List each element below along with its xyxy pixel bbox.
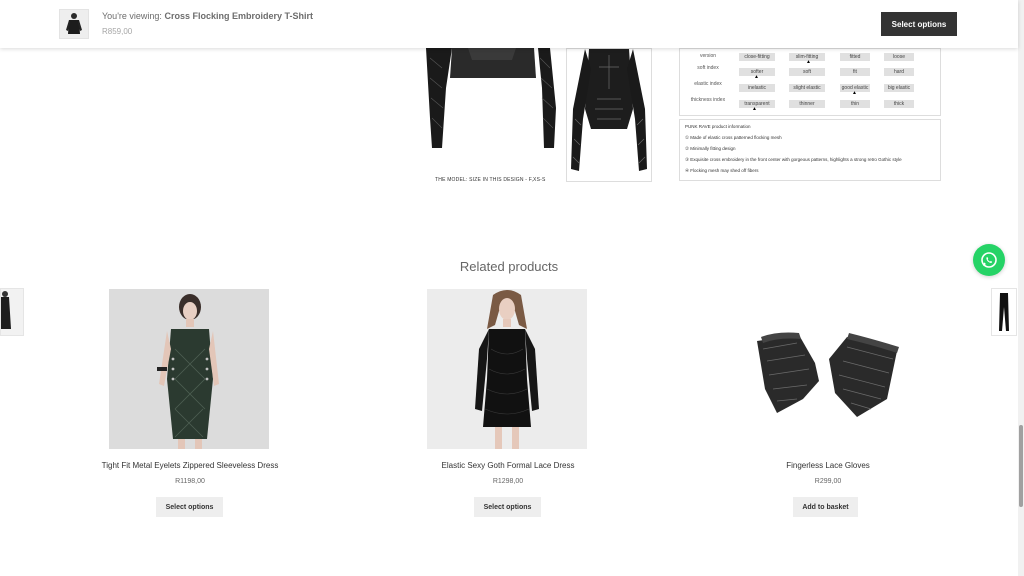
info-line: ④ Flocking mesh may shed off fibers xyxy=(685,168,759,173)
spec-cell: transparent xyxy=(739,100,775,108)
spec-cell: inelastic xyxy=(739,84,775,92)
product-name[interactable]: Fingerless Lace Gloves xyxy=(728,461,928,470)
spec-row-thickness: thickness index transparent thinner thin… xyxy=(680,98,942,112)
sticky-product-thumbnail xyxy=(59,9,89,39)
info-line: ① Made of elastic cross patterned flocki… xyxy=(685,135,782,140)
product-price: R299,00 xyxy=(814,478,842,485)
spec-cell: soft xyxy=(789,68,825,76)
sticky-viewing-text: You're viewing: Cross Flocking Embroider… xyxy=(102,11,313,22)
related-products-heading: Related products xyxy=(459,259,559,274)
spec-cell: big elastic xyxy=(884,84,914,92)
select-options-button[interactable]: Select options xyxy=(474,497,541,517)
sticky-select-options-button[interactable]: Select options xyxy=(881,12,957,36)
spec-row-version: version close-fitting slim-fitting fitte… xyxy=(680,51,942,65)
product-image[interactable] xyxy=(747,289,907,449)
spec-cell: fit xyxy=(840,68,870,76)
spec-row-soft: soft index softer soft fit hard ▲ xyxy=(680,66,942,80)
add-to-basket-button[interactable]: Add to basket xyxy=(793,497,858,517)
spec-cell: thinner xyxy=(789,100,825,108)
spec-cell: thin xyxy=(840,100,870,108)
spec-cell: close-fitting xyxy=(739,53,775,61)
select-options-button[interactable]: Select options xyxy=(156,497,223,517)
model-size-caption: THE MODEL: SIZE IN THIS DESIGN - F,XS-S xyxy=(435,177,546,183)
page-scrollbar[interactable] xyxy=(1018,0,1024,576)
info-title: PUNK RAVE product information xyxy=(685,124,751,129)
product-price: R1198,00 xyxy=(175,478,205,485)
sticky-viewing-prefix: You're viewing: xyxy=(102,11,162,21)
product-image[interactable] xyxy=(109,289,269,449)
spec-cell: thick xyxy=(884,100,914,108)
jacket-front-image xyxy=(426,48,556,148)
product-detail-images: THE MODEL: SIZE IN THIS DESIGN - F,XS-S … xyxy=(410,48,950,188)
size-spec-table: version close-fitting slim-fitting fitte… xyxy=(679,48,941,116)
scrollbar-thumb[interactable] xyxy=(1019,425,1023,507)
spec-cell: fitted xyxy=(840,53,870,61)
sticky-product-price: R859,00 xyxy=(102,27,133,36)
product-price: R1298,00 xyxy=(492,478,524,485)
jacket-back-image xyxy=(566,48,652,182)
spec-label: elastic index xyxy=(694,81,722,87)
product-image[interactable] xyxy=(427,289,587,449)
spec-label: soft index xyxy=(697,65,719,71)
spec-indicator-icon: ▲ xyxy=(752,106,757,112)
spec-label: thickness index xyxy=(690,97,726,103)
spec-cell: slight elastic xyxy=(789,84,825,92)
spec-cell: hard xyxy=(884,68,914,76)
info-line: ② Minimally fitting design xyxy=(685,146,736,151)
info-line: ③ Exquisite cross embroidery in the fron… xyxy=(685,157,902,162)
spec-label: version xyxy=(699,53,717,59)
sticky-product-title: Cross Flocking Embroidery T-Shirt xyxy=(164,11,313,21)
spec-cell: loose xyxy=(884,53,914,61)
spec-indicator-icon: ▲ xyxy=(754,74,759,80)
product-info-box: PUNK RAVE product information ① Made of … xyxy=(679,119,941,181)
spec-indicator-icon: ▲ xyxy=(806,59,811,65)
spec-indicator-icon: ▲ xyxy=(852,90,857,96)
product-name[interactable]: Tight Fit Metal Eyelets Zippered Sleevel… xyxy=(90,461,290,470)
sticky-product-bar: You're viewing: Cross Flocking Embroider… xyxy=(0,0,1018,48)
spec-row-elastic: elastic index inelastic slight elastic g… xyxy=(680,82,942,96)
product-name[interactable]: Elastic Sexy Goth Formal Lace Dress xyxy=(408,461,608,470)
carousel-prev-thumbnail[interactable] xyxy=(0,288,24,336)
carousel-next-thumbnail[interactable] xyxy=(991,288,1017,336)
